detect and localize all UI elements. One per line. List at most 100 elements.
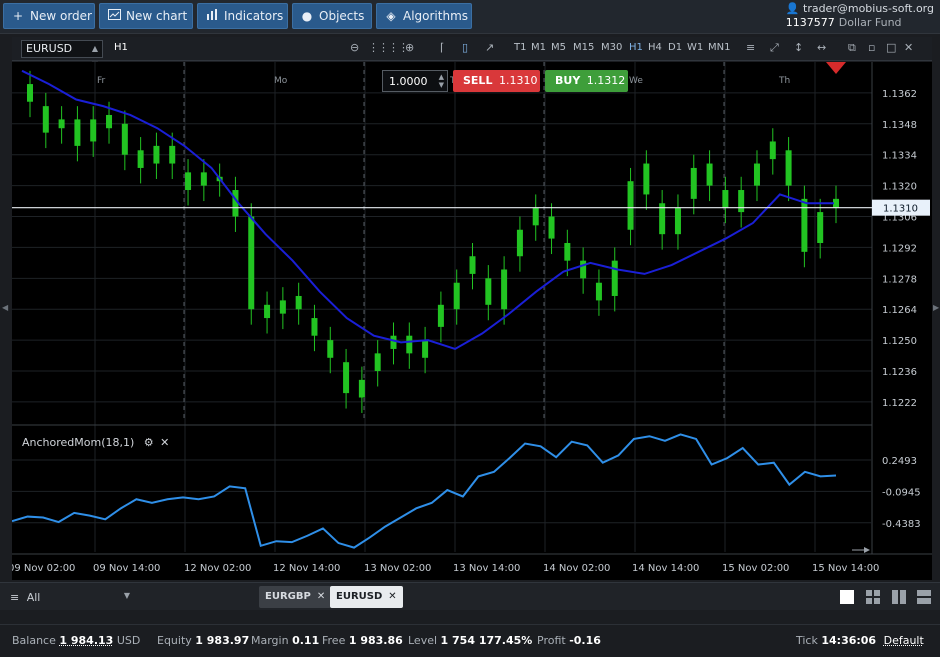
free: Free 1 983.86 [322, 634, 403, 647]
timeframe-mn1[interactable]: MN1 [708, 42, 730, 53]
candle-body [485, 278, 492, 305]
zoom-out-icon[interactable]: ⊖ [350, 41, 359, 54]
tab-eurusd[interactable]: EURUSD ✕ [330, 586, 403, 608]
indicator-tick-label: 0.2493 [882, 456, 917, 467]
objects-button[interactable]: ● Objects [292, 3, 372, 29]
layout-single-icon[interactable] [838, 588, 856, 606]
equity-label: Equity [157, 634, 192, 647]
candle-body [817, 212, 824, 243]
symbol-select[interactable]: EURUSD ▲▼ [21, 40, 103, 69]
candle-body [801, 198, 808, 252]
symbol-tabs-bar: ≡ All ▼ EURGBP ✕ EURUSD ✕ [0, 582, 940, 610]
candle-body [58, 119, 65, 129]
chart-toolbar: EURUSD ▲▼ H1 ⊖ ⋮⋮⋮⋮ ⊕ ⌈ ▯ ↗ T1 M1 M5 M15 M30… [12, 37, 932, 69]
account-info[interactable]: 👤 trader@mobius-soft.org 1137577 Dollar F… [786, 2, 934, 30]
algorithms-button[interactable]: ◈ Algorithms [376, 3, 472, 29]
indicators-label: Indicators [224, 9, 284, 23]
status-bar: Balance 1 984.13 USD Equity 1 983.97 Mar… [0, 624, 940, 657]
tick-chart-icon[interactable]: ⌈ [440, 41, 444, 54]
layout-grid-icon[interactable] [864, 588, 882, 606]
new-chart-button[interactable]: New chart [99, 3, 193, 29]
candle-body [706, 163, 713, 186]
time-axis-label: 13 Nov 02:00 [364, 563, 431, 574]
timeframe-w1[interactable]: W1 [687, 42, 703, 53]
timeframe-d1[interactable]: D1 [668, 42, 682, 53]
sort-icon[interactable]: ≡ [746, 41, 755, 54]
close-tab-icon[interactable]: ✕ [317, 591, 325, 602]
close-indicator-icon[interactable]: ✕ [160, 436, 169, 449]
price-tick-label: 1.1250 [882, 336, 917, 347]
balance-currency: USD [116, 634, 141, 647]
chart-area[interactable]: 1.1362 1.1348 1.1334 1.1320 1.1306 1.1292 1.12… [8, 62, 932, 580]
buy-button[interactable]: BUY 1.1312 [545, 70, 628, 92]
sell-button[interactable]: SELL 1.1310 [453, 70, 540, 92]
maximize-icon[interactable]: □ [886, 41, 896, 54]
indicators-icon [205, 9, 219, 23]
line-chart-icon[interactable]: ↗ [485, 41, 494, 54]
candle-body [753, 163, 760, 186]
candle-body [437, 304, 444, 327]
candle-body [548, 216, 555, 239]
new-order-button[interactable]: + New order [3, 3, 95, 29]
zoom-in-icon[interactable]: ⊕ [405, 41, 414, 54]
timeframe-h4[interactable]: H4 [648, 42, 662, 53]
candle-body [327, 340, 334, 358]
tab-label: EURGBP [265, 591, 311, 602]
chart-svg[interactable]: 1.13621.13481.13341.13201.13061.12921.12… [8, 62, 932, 580]
buy-label: BUY [555, 74, 581, 87]
current-price-label: 1.1310 [883, 204, 918, 215]
candle-body [295, 295, 302, 310]
candle-body [722, 190, 729, 208]
margin: Margin 0.11 [251, 634, 319, 647]
gear-icon[interactable]: ⚙ [144, 436, 154, 449]
quantity-input[interactable]: 1.0000 ▲ ▼ [382, 70, 448, 92]
close-icon[interactable]: ✕ [904, 41, 913, 54]
zoom-slider[interactable]: ⋮⋮⋮⋮ [368, 41, 409, 54]
tab-eurgbp[interactable]: EURGBP ✕ [259, 586, 332, 608]
default-link[interactable]: Default [884, 634, 924, 647]
vertical-scale-icon[interactable]: ↕ [794, 41, 803, 54]
profit-label: Profit [537, 634, 566, 647]
crosshair-icon[interactable]: ⤢ [770, 41, 779, 55]
algorithms-icon: ◈ [386, 9, 396, 23]
equity: Equity 1 983.97 [157, 634, 249, 647]
timeframe-m5[interactable]: M5 [551, 42, 566, 53]
indicator-header: AnchoredMom(18,1) ⚙ ✕ [22, 436, 169, 449]
price-tick-label: 1.1236 [882, 367, 917, 378]
left-collapse-arrow[interactable]: ◀ [2, 303, 8, 312]
minimize-icon[interactable]: ▫ [868, 41, 875, 54]
timeframe-m30[interactable]: M30 [601, 42, 622, 53]
indicators-button[interactable]: Indicators [197, 3, 288, 29]
candles-icon[interactable]: ▯ [462, 41, 468, 54]
close-tab-icon[interactable]: ✕ [388, 591, 396, 602]
account-user: trader@mobius-soft.org [803, 2, 934, 15]
price-tick-label: 1.1348 [882, 120, 917, 131]
margin-label: Margin [251, 634, 289, 647]
stepper-icon[interactable]: ▲ ▼ [439, 73, 444, 89]
buy-price: 1.1312 [586, 74, 626, 87]
candle-body [564, 243, 571, 261]
right-collapse-arrow[interactable]: ▶ [933, 303, 939, 312]
timeframe-t1[interactable]: T1 [514, 42, 526, 53]
timeframe-m1[interactable]: M1 [531, 42, 546, 53]
filter-value: All [26, 591, 41, 604]
chevron-down-icon: ▼ [123, 591, 130, 600]
time-axis-label: 14 Nov 14:00 [632, 563, 699, 574]
layout-columns-icon[interactable] [890, 588, 908, 606]
candle-body [690, 167, 697, 199]
candle-body [358, 379, 365, 398]
user-icon: 👤 [785, 2, 800, 15]
timeframe-m15[interactable]: M15 [573, 42, 594, 53]
timeframe-h1[interactable]: H1 [629, 42, 643, 53]
candle-body [279, 300, 286, 314]
time-axis-label: 15 Nov 14:00 [812, 563, 879, 574]
balance-value[interactable]: 1 984.13 [59, 634, 113, 647]
detach-icon[interactable]: ⧉ [848, 41, 856, 55]
plus-icon: + [12, 9, 24, 23]
candle-body [595, 282, 602, 301]
indicator-tick-label: -0.0945 [882, 487, 921, 498]
layout-rows-icon[interactable] [915, 588, 933, 606]
new-chart-label: New chart [126, 9, 188, 23]
horizontal-scale-icon[interactable]: ↔ [817, 41, 826, 54]
filter-select[interactable]: ≡ All ▼ [0, 583, 140, 611]
